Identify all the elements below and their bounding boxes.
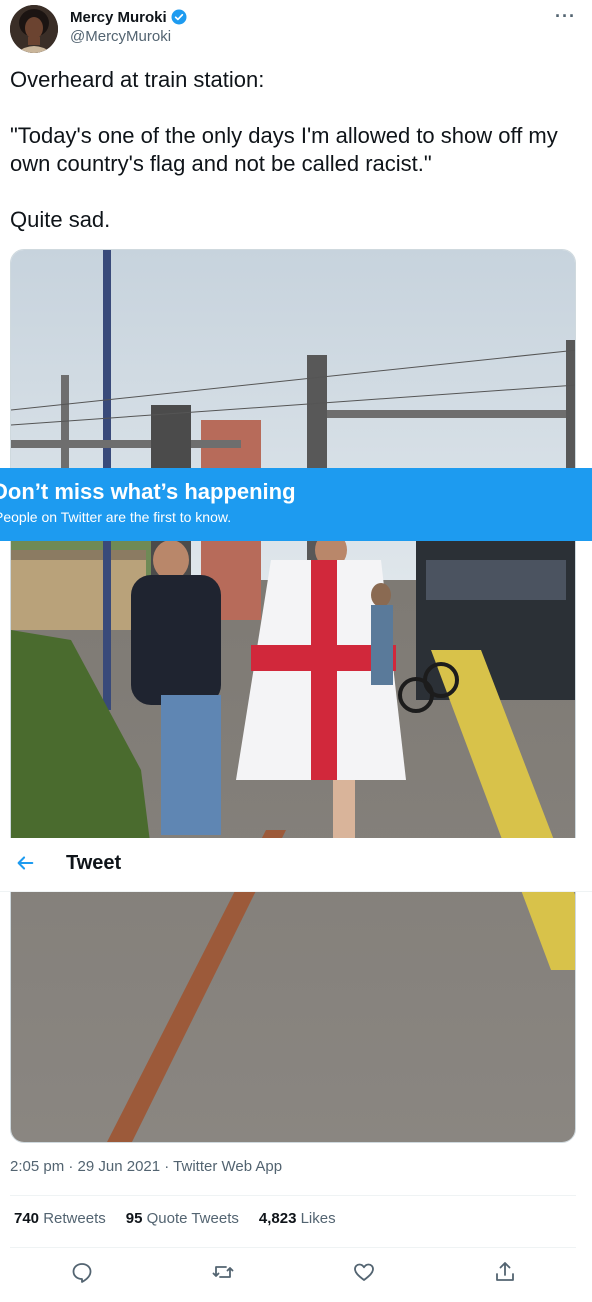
retweets-count: 740 (14, 1210, 40, 1227)
back-arrow-icon[interactable] (14, 852, 36, 874)
top-navigation-bar: Tweet (0, 838, 592, 892)
tweet-header: Mercy Muroki @MercyMuroki ··· (0, 0, 592, 60)
author-row: Mercy Muroki (70, 8, 188, 26)
divider (10, 1195, 576, 1196)
more-horizontal-icon[interactable]: ··· (555, 6, 576, 27)
display-name[interactable]: Mercy Muroki (70, 9, 167, 26)
likes-stat[interactable]: 4,823 Likes (259, 1210, 336, 1227)
banner-title: Don’t miss what’s happening (0, 479, 296, 504)
banner-subtitle: People on Twitter are the first to know. (0, 509, 232, 525)
avatar[interactable] (10, 5, 58, 53)
tweet-text: Overheard at train station: "Today's one… (10, 67, 558, 232)
retweet-icon[interactable] (211, 1260, 235, 1284)
verified-badge-icon (171, 9, 187, 25)
tweet-timestamp[interactable]: 2:05 pm · 29 Jun 2021 · Twitter Web App (10, 1158, 282, 1175)
author-handle[interactable]: @MercyMuroki (70, 28, 171, 45)
likes-count: 4,823 (258, 1210, 297, 1227)
quotes-count: 95 (125, 1210, 143, 1227)
retweets-label: Retweets (43, 1210, 106, 1227)
retweets-stat[interactable]: 740 Retweets (14, 1210, 106, 1227)
engagement-stats: 740 Retweets 95 Quote Tweets 4,823 Likes (14, 1210, 356, 1227)
likes-label: Likes (300, 1210, 336, 1227)
like-icon[interactable] (352, 1260, 376, 1284)
tweet-photo[interactable] (10, 249, 576, 1143)
page-title: Tweet (66, 852, 122, 874)
reply-icon[interactable] (70, 1260, 94, 1284)
quote-tweets-stat[interactable]: 95 Quote Tweets (126, 1210, 239, 1227)
share-icon[interactable] (493, 1260, 517, 1284)
quotes-label: Quote Tweets (146, 1210, 239, 1227)
divider (10, 1247, 576, 1248)
signup-banner[interactable]: Don’t miss what’s happening People on Tw… (0, 468, 592, 541)
tweet-actions (0, 1258, 592, 1288)
